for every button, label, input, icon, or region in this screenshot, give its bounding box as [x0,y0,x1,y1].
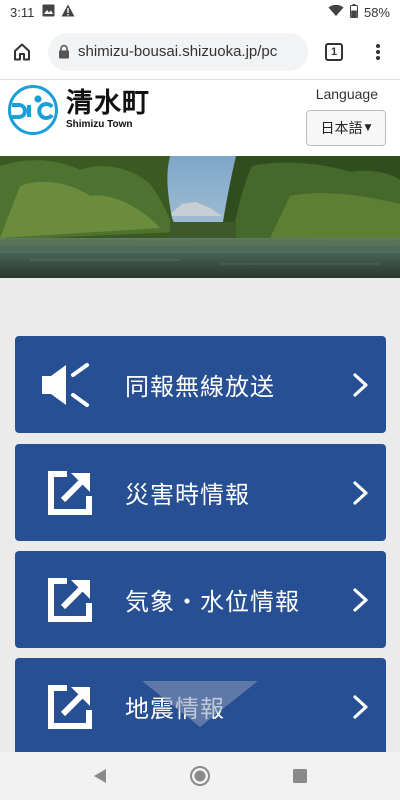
logo-english: Shimizu Town [66,119,133,130]
chevron-right-icon [353,588,368,612]
chevron-right-icon [353,373,368,397]
logo-mark-icon [8,85,58,135]
home-nav-button[interactable] [180,756,220,796]
status-bar: 3:11 58% [0,0,400,24]
scroll-down-icon[interactable] [142,681,258,727]
system-nav-bar [0,752,400,800]
external-link-icon [48,577,92,622]
battery-percent: 58% [363,4,390,20]
back-button[interactable] [80,756,120,796]
menu-button[interactable] [356,30,400,74]
megaphone-icon [42,362,89,407]
language-select[interactable]: 日本語 ▼ [306,110,386,146]
home-circle-icon [190,766,210,786]
recents-icon [293,769,307,783]
hero-image [0,156,400,278]
menu-item-broadcast[interactable]: 同報無線放送 [15,336,386,433]
menu-item-weather-water[interactable]: 気象・水位情報 [15,551,386,648]
battery-icon [349,3,358,21]
tab-switcher-button[interactable]: 1 [312,30,356,74]
address-bar[interactable]: shimizu-bousai.shizuoka.jp/pc [48,32,308,71]
wifi-icon [328,4,344,20]
main-menu: 同報無線放送 災害時情報 気象・水位情報 地震情報 [0,278,400,755]
caret-down-icon: ▼ [364,123,372,133]
url-text: shimizu-bousai.shizuoka.jp/pc [78,43,278,60]
home-icon [14,43,30,60]
menu-item-label: 気象・水位情報 [125,588,300,616]
external-link-icon [48,684,92,729]
home-button[interactable] [0,30,44,74]
warning-icon [61,4,75,21]
menu-item-label: 同報無線放送 [125,373,275,401]
logo-japanese: 清水町 [66,88,150,119]
status-right: 58% [328,3,390,21]
image-icon [42,4,55,21]
status-time: 3:11 [10,4,35,20]
lock-icon [59,44,69,59]
tab-count: 1 [325,42,343,61]
site-header: 清水町 Shimizu Town Language 日本語 ▼ [0,80,400,156]
language-selected: 日本語 [320,121,363,137]
chevron-right-icon [353,481,368,505]
back-icon [94,769,106,783]
external-link-icon [48,470,92,515]
site-logo[interactable]: 清水町 Shimizu Town [8,82,178,138]
more-vert-icon [376,43,380,60]
language-label: Language [315,86,378,102]
chevron-right-icon [353,695,368,719]
browser-toolbar: shimizu-bousai.shizuoka.jp/pc 1 [0,24,400,80]
menu-item-label: 災害時情報 [125,481,250,509]
recents-button[interactable] [280,756,320,796]
menu-item-disaster-info[interactable]: 災害時情報 [15,444,386,541]
